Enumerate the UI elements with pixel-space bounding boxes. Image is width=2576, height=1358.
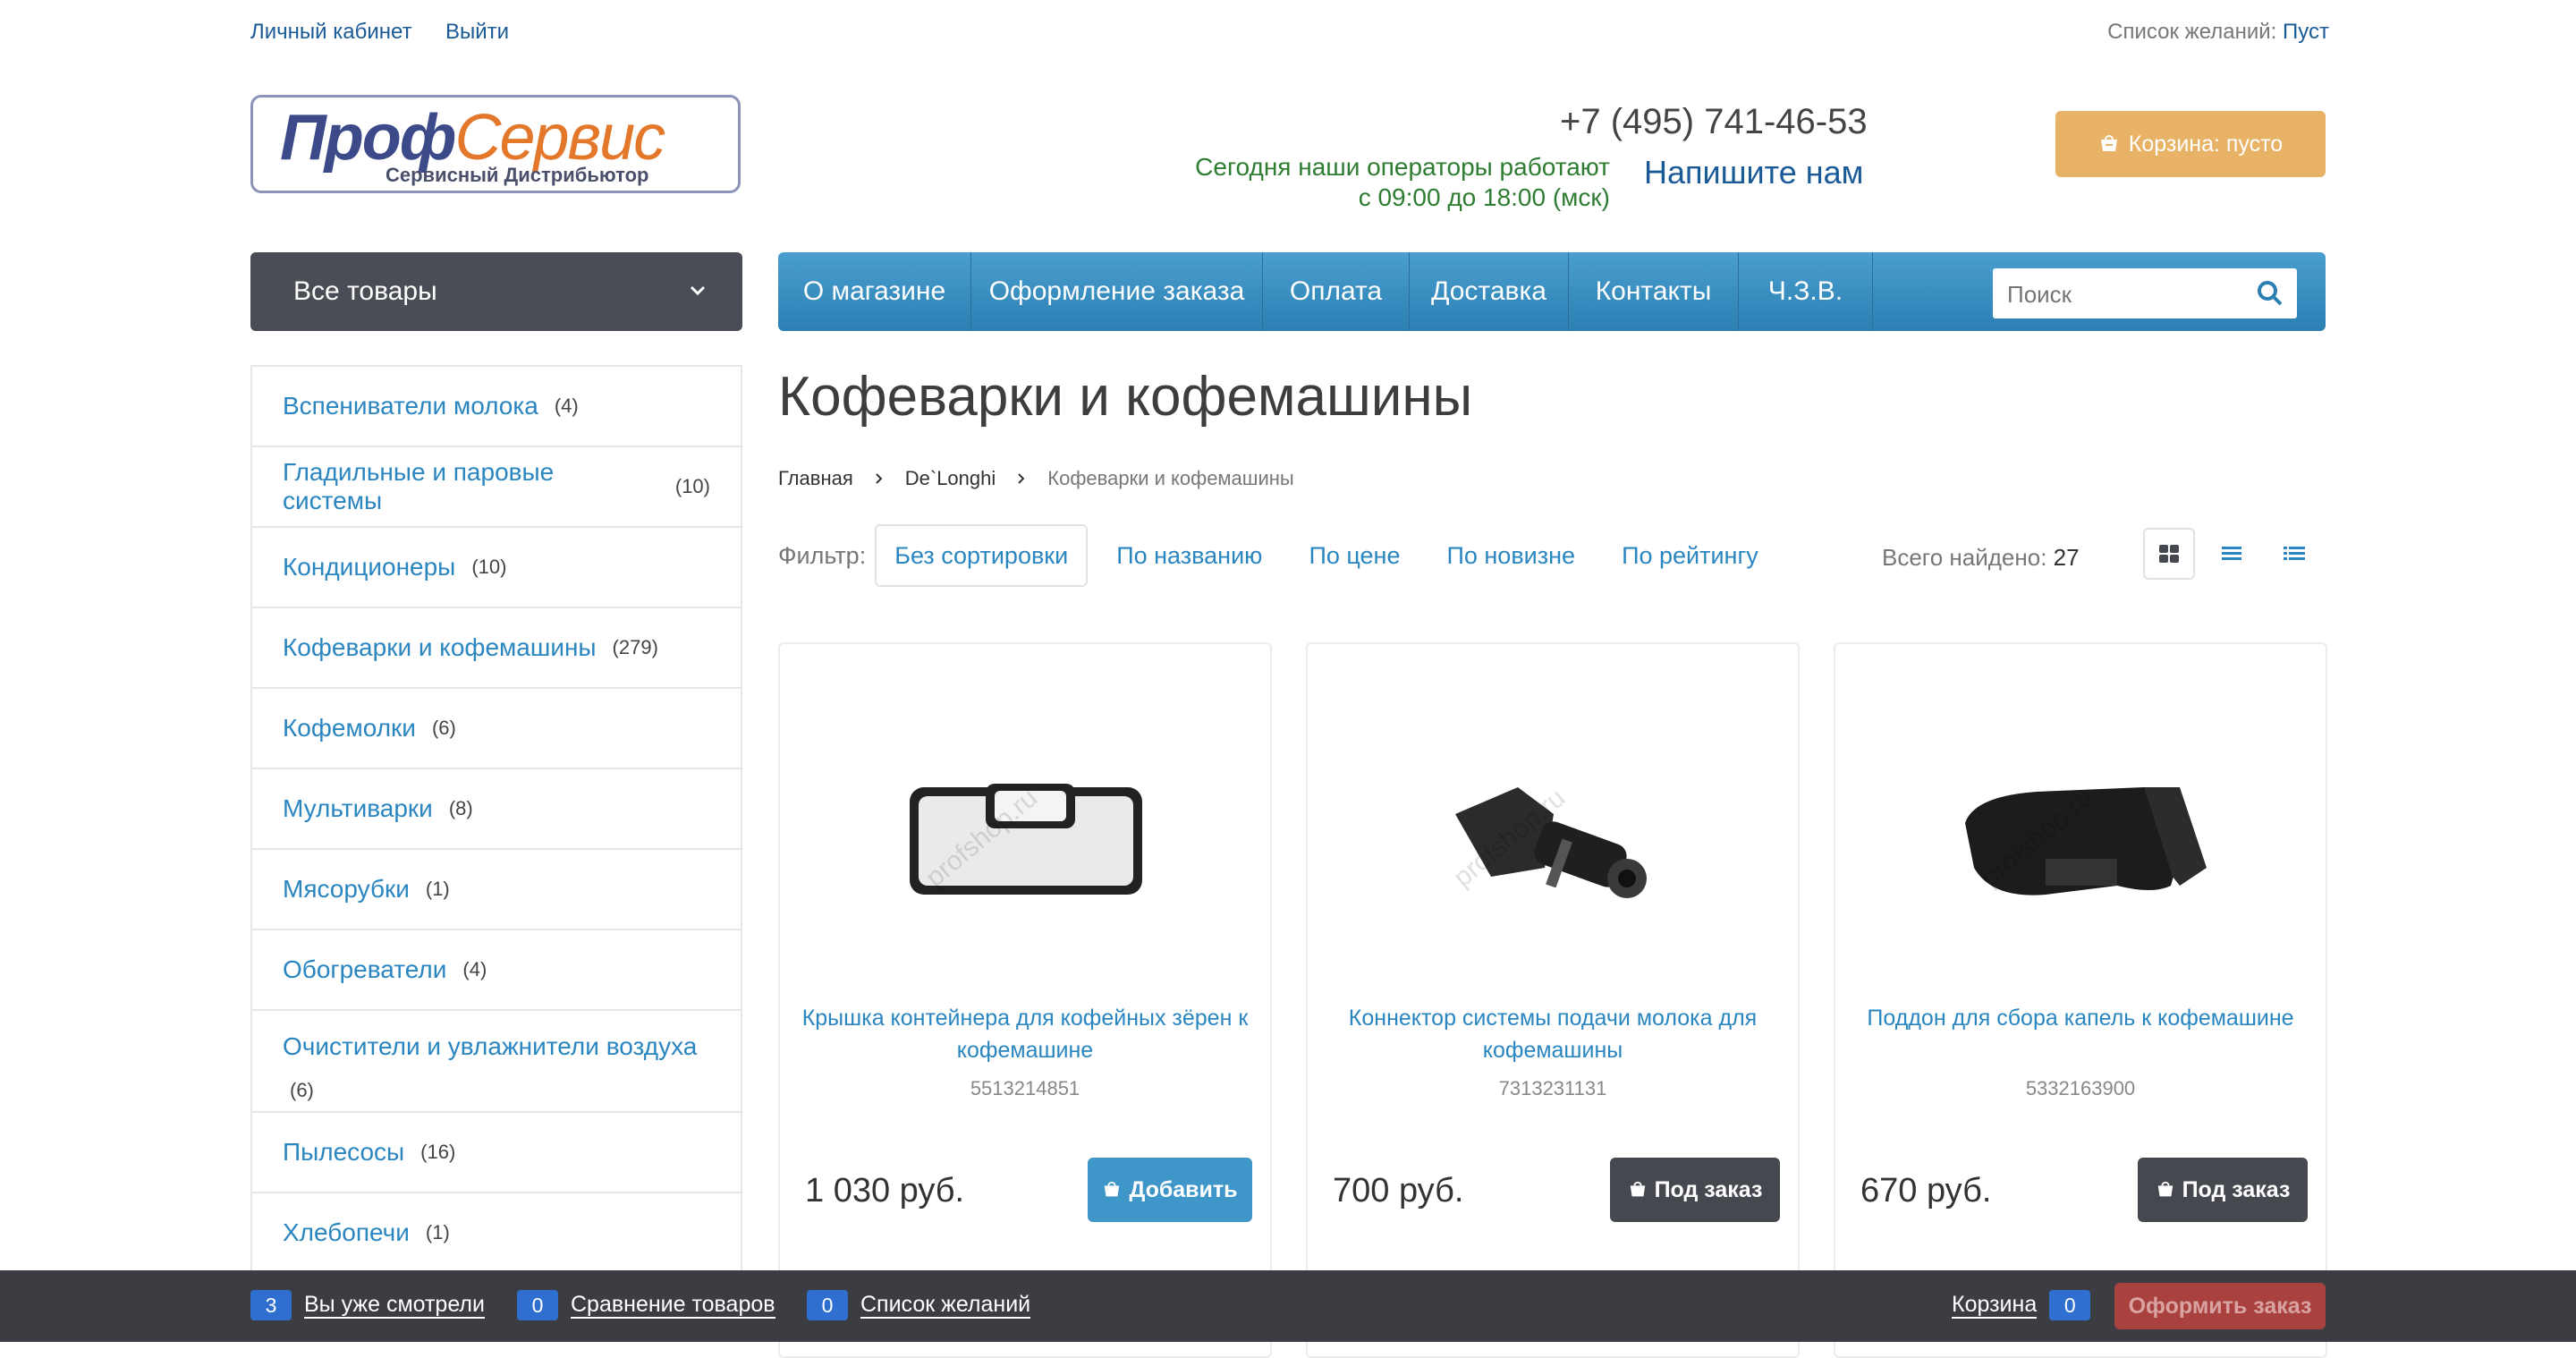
- checkout-button[interactable]: Оформить заказ: [2114, 1283, 2326, 1329]
- basket-icon: [2100, 135, 2117, 151]
- bottom-toolbar: 3 Вы уже смотрели 0 Сравнение товаров 0 …: [0, 1270, 2576, 1342]
- cart-count-badge: 0: [2049, 1290, 2091, 1320]
- sort-none[interactable]: Без сортировки: [875, 524, 1089, 587]
- menu-contacts[interactable]: Контакты: [1569, 252, 1739, 331]
- breadcrumb-current: Кофеварки и кофемашины: [1047, 467, 1294, 489]
- category-item[interactable]: Кофеварки и кофемашины (279): [252, 608, 741, 689]
- write-us-link[interactable]: Напишите нам: [1644, 154, 1863, 191]
- category-item[interactable]: Хлебопечи (1): [252, 1193, 741, 1274]
- filter-label: Фильтр:: [778, 541, 867, 569]
- add-to-cart-button[interactable]: Добавить: [1088, 1158, 1252, 1222]
- product-sku: 5513214851: [970, 1077, 1080, 1099]
- wishlist-value-link[interactable]: Пуст: [2283, 20, 2329, 44]
- breadcrumb: Главная De`Longhi Кофеварки и кофемашины: [778, 467, 1294, 490]
- chevron-right-icon: [876, 473, 883, 484]
- search-input[interactable]: [1993, 268, 2259, 320]
- milk-connector-image: [1455, 787, 1647, 898]
- product-title[interactable]: Крышка контейнера для кофейных зёрен к к…: [798, 1002, 1252, 1066]
- breadcrumb-home[interactable]: Главная: [778, 467, 853, 490]
- basket-icon: [1630, 1181, 1645, 1197]
- category-item[interactable]: Вспениватели молока (4): [252, 367, 741, 447]
- product-card: profshop.ru Поддон для сбора капель к ко…: [1834, 642, 2327, 1358]
- recently-viewed[interactable]: 3 Вы уже смотрели: [250, 1290, 485, 1320]
- working-hours: Сегодня наши операторы работают с 09:00 …: [1195, 153, 1610, 211]
- wishlist-label: Список желаний:: [2107, 20, 2277, 44]
- product-price: 700 руб.: [1333, 1172, 1464, 1209]
- grid-view-button[interactable]: [2143, 528, 2195, 580]
- product-price: 1 030 руб.: [805, 1172, 965, 1209]
- sort-by-newness[interactable]: По новизне: [1428, 524, 1593, 587]
- phone-number: +7 (495) 741-46-53: [1560, 102, 1868, 141]
- wishlist-status: Список желаний: Пуст: [2107, 20, 2329, 45]
- all-goods-label: Все товары: [293, 276, 437, 306]
- compare-products[interactable]: 0 Сравнение товаров: [517, 1290, 775, 1320]
- category-item[interactable]: Обогреватели (4): [252, 930, 741, 1011]
- account-link[interactable]: Личный кабинет: [250, 20, 412, 45]
- menu-ordering[interactable]: Оформление заказа: [971, 252, 1263, 331]
- drip-tray-image: [1965, 787, 2207, 895]
- logout-link[interactable]: Выйти: [445, 20, 509, 45]
- category-item[interactable]: Пылесосы (16): [252, 1113, 741, 1193]
- search-box: [1993, 268, 2297, 320]
- basket-icon: [1105, 1181, 1120, 1197]
- menu-payment[interactable]: Оплата: [1263, 252, 1410, 331]
- chevron-down-icon: [690, 285, 706, 296]
- site-logo[interactable]: ПрофСервис Сервисный Дистрибьютор: [250, 95, 741, 193]
- category-item[interactable]: Кофемолки (6): [252, 689, 741, 769]
- basket-icon: [2157, 1181, 2173, 1197]
- category-sidebar: Вспениватели молока (4) Гладильные и паро…: [250, 365, 742, 1342]
- product-sku: 5332163900: [2025, 1077, 2136, 1099]
- product-sku: 7313231131: [1498, 1077, 1607, 1099]
- wish-count-badge: 0: [807, 1290, 848, 1320]
- product-card: profshop.ru Крышка контейнера для кофейн…: [778, 642, 1272, 1358]
- menu-delivery[interactable]: Доставка: [1410, 252, 1569, 331]
- sort-by-price[interactable]: По цене: [1291, 524, 1418, 587]
- category-item[interactable]: Мультиварки (8): [252, 769, 741, 850]
- preorder-button[interactable]: Под заказ: [2138, 1158, 2308, 1222]
- grid-icon: [2159, 545, 2179, 563]
- preorder-button[interactable]: Под заказ: [1610, 1158, 1780, 1222]
- category-item[interactable]: Гладильные и паровые системы (10): [252, 447, 741, 528]
- page-title: Кофеварки и кофемашины: [778, 366, 1473, 428]
- viewed-count-badge: 3: [250, 1290, 292, 1320]
- all-goods-dropdown[interactable]: Все товары: [250, 252, 742, 331]
- header-cart-button[interactable]: Корзина: пусто: [2055, 111, 2326, 177]
- bottom-cart[interactable]: Корзина 0: [1952, 1290, 2091, 1320]
- sort-by-name[interactable]: По названию: [1098, 524, 1280, 587]
- results-count: Всего найдено: 27: [1882, 544, 2080, 571]
- product-price: 670 руб.: [1860, 1172, 1992, 1209]
- compact-list-view-button[interactable]: [2268, 528, 2320, 580]
- list-view-button[interactable]: [2206, 528, 2258, 580]
- product-title[interactable]: Коннектор системы подачи молока для кофе…: [1326, 1002, 1780, 1066]
- category-item[interactable]: Кондиционеры (10): [252, 528, 741, 608]
- sort-by-rating[interactable]: По рейтингу: [1604, 524, 1776, 587]
- category-item[interactable]: Мясорубки (1): [252, 850, 741, 930]
- product-card: profshop.ru Коннектор системы подачи мол…: [1306, 642, 1800, 1358]
- wishlist-bottom[interactable]: 0 Список желаний: [807, 1290, 1031, 1320]
- chevron-right-icon: [1018, 473, 1025, 484]
- compare-count-badge: 0: [517, 1290, 558, 1320]
- menu-faq[interactable]: Ч.З.В.: [1739, 252, 1873, 331]
- product-image[interactable]: [869, 725, 1182, 957]
- search-icon[interactable]: [2256, 279, 2284, 308]
- menu-about[interactable]: О магазине: [778, 252, 971, 331]
- sort-filter: Фильтр: Без сортировки По названию По це…: [778, 524, 1787, 587]
- list-icon: [2222, 547, 2241, 560]
- product-title[interactable]: Поддон для сбора капель к кофемашине: [1853, 1002, 2308, 1034]
- breadcrumb-brand[interactable]: De`Longhi: [905, 467, 996, 490]
- product-image[interactable]: [1397, 725, 1710, 957]
- detailed-list-icon: [2284, 547, 2305, 560]
- category-item[interactable]: Очистители и увлажнители воздуха (6): [252, 1011, 741, 1113]
- logo-tagline: Сервисный Дистрибьютор: [386, 164, 649, 186]
- product-image[interactable]: [1925, 725, 2238, 957]
